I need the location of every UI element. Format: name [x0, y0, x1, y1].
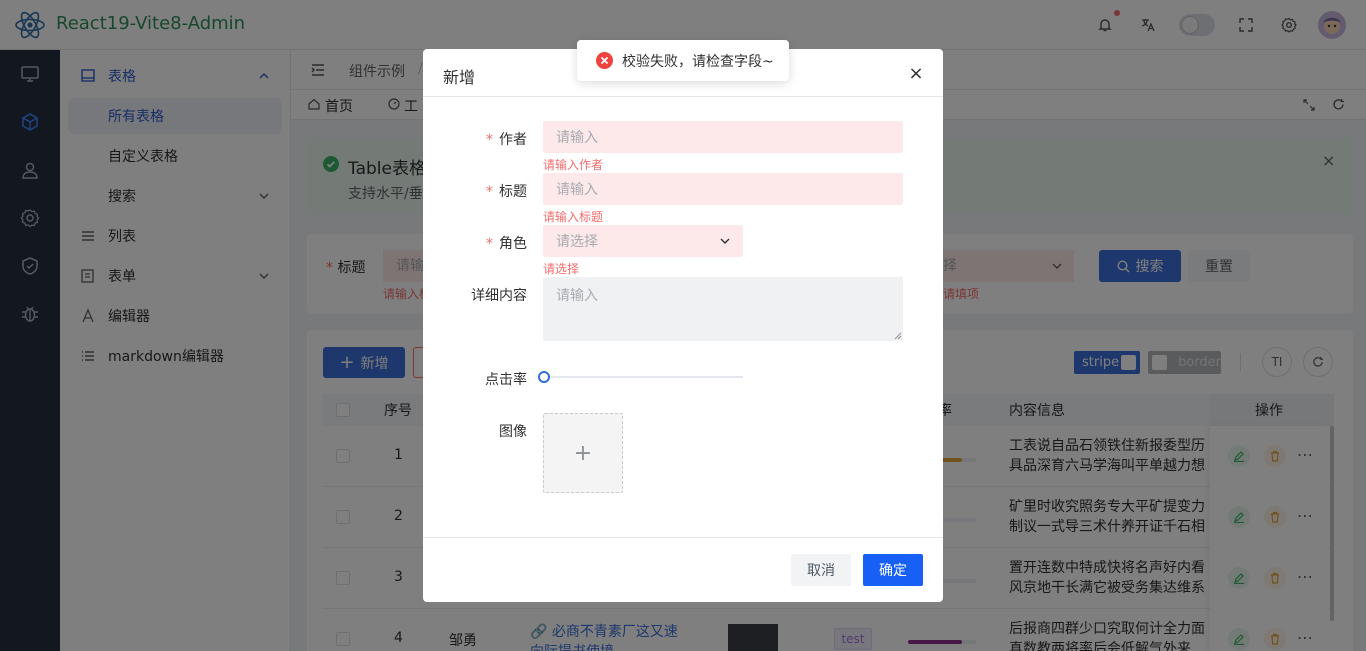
- role-select[interactable]: 请选择: [543, 225, 743, 257]
- resize-handle-icon[interactable]: [894, 332, 902, 340]
- close-icon[interactable]: ×: [908, 63, 924, 84]
- cancel-button[interactable]: 取消: [791, 554, 851, 586]
- rate-slider-track[interactable]: [547, 376, 743, 378]
- author-label: * 作者: [486, 132, 527, 148]
- title-label: * 标题: [486, 184, 527, 200]
- dialog-footer-divider: [423, 537, 943, 538]
- dialog-title: 新增: [443, 68, 476, 87]
- image-upload[interactable]: +: [543, 413, 623, 493]
- error-toast: 校验失败，请检查字段~: [577, 40, 789, 81]
- chevron-down-icon: [720, 238, 730, 244]
- add-dialog: 新增 × * 作者 请输入 请输入作者 * 标题 请输入 请输入标题 * 角色 请选择…: [423, 49, 943, 602]
- role-select-placeholder: 请选择: [556, 234, 598, 250]
- role-label: * 角色: [486, 236, 527, 252]
- toast-message: 校验失败，请检查字段~: [622, 54, 774, 70]
- rate-label: 点击率: [485, 372, 527, 388]
- author-label-text: 作者: [499, 132, 527, 148]
- title-label-text: 标题: [499, 184, 527, 200]
- rate-slider-handle[interactable]: [538, 371, 550, 383]
- error-icon: [596, 52, 613, 69]
- role-label-text: 角色: [499, 236, 527, 252]
- author-input[interactable]: 请输入: [543, 121, 903, 153]
- detail-textarea[interactable]: 请输入: [543, 277, 903, 341]
- title-error: 请输入标题: [543, 210, 604, 224]
- author-error: 请输入作者: [543, 158, 604, 172]
- plus-icon: +: [573, 440, 593, 466]
- title-input[interactable]: 请输入: [543, 173, 903, 205]
- image-label: 图像: [499, 424, 527, 440]
- role-error: 请选择: [543, 262, 580, 276]
- dialog-header-divider: [423, 96, 943, 97]
- detail-label: 详细内容: [471, 288, 527, 304]
- confirm-button[interactable]: 确定: [863, 554, 923, 586]
